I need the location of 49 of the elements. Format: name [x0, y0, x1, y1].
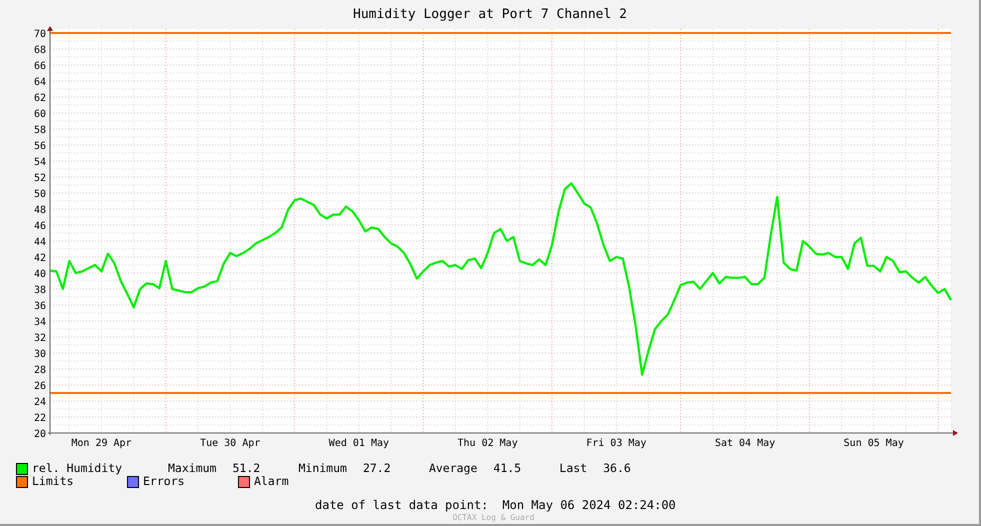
- y-tick-label: 48: [34, 205, 46, 216]
- y-tick-label: 36: [34, 301, 46, 312]
- y-tick-label: 46: [34, 221, 46, 232]
- stat-value: 36.6: [603, 462, 632, 475]
- y-tick-label: 70: [34, 29, 46, 40]
- x-tick-label: Mon 29 Apr: [71, 438, 132, 449]
- chart-title: Humidity Logger at Port 7 Channel 2: [353, 7, 627, 22]
- legend-label: Alarm: [254, 475, 289, 488]
- y-tick-label: 38: [34, 285, 46, 296]
- x-tick-label: Sat 04 May: [714, 438, 776, 449]
- x-tick-label: Fri 03 May: [586, 438, 646, 449]
- legend-label: Errors: [143, 475, 185, 488]
- stat-label: Maximum: [168, 462, 216, 475]
- y-tick-label: 30: [34, 349, 46, 360]
- credit-text: OCTAX Log & Guard: [452, 513, 536, 522]
- y-tick-label: 28: [34, 365, 46, 376]
- y-tick-label: 34: [34, 317, 46, 328]
- y-tick-label: 50: [34, 189, 46, 200]
- y-tick-label: 22: [34, 413, 46, 424]
- last-data-label: date of last data point:: [315, 498, 488, 512]
- y-tick-label: 54: [34, 157, 46, 168]
- stat-label: Last: [559, 462, 588, 475]
- last-data-value: Mon May 06 2024 02:24:00: [502, 498, 676, 512]
- y-tick-label: 44: [34, 237, 46, 248]
- y-tick-label: 62: [34, 93, 46, 104]
- stat-value: 51.2: [232, 462, 262, 475]
- stat-value: 41.5: [493, 462, 522, 475]
- stat-label: Average: [428, 462, 478, 475]
- y-tick-label: 58: [34, 125, 46, 136]
- y-tick-label: 32: [34, 333, 46, 344]
- legend-label: rel. Humidity: [32, 462, 122, 475]
- y-tick-label: 56: [34, 141, 46, 152]
- stat-value: 27.2: [362, 462, 392, 475]
- y-tick-label: 52: [34, 173, 46, 184]
- x-tick-label: Sun 05 May: [844, 438, 904, 449]
- y-tick-label: 66: [34, 61, 46, 72]
- y-tick-label: 42: [34, 253, 46, 264]
- y-tick-label: 20: [34, 429, 46, 440]
- y-tick-label: 68: [34, 45, 46, 56]
- x-tick-label: Tue 30 Apr: [200, 438, 260, 449]
- legend-label: Limits: [32, 475, 74, 488]
- x-tick-label: Thu 02 May: [458, 438, 518, 449]
- y-tick-label: 26: [34, 381, 46, 392]
- x-tick-label: Wed 01 May: [328, 438, 390, 449]
- y-tick-label: 40: [34, 269, 46, 280]
- stat-label: Minimum: [298, 462, 347, 475]
- y-tick-label: 64: [34, 77, 46, 88]
- y-tick-label: 24: [34, 397, 46, 408]
- y-tick-label: 60: [34, 109, 46, 120]
